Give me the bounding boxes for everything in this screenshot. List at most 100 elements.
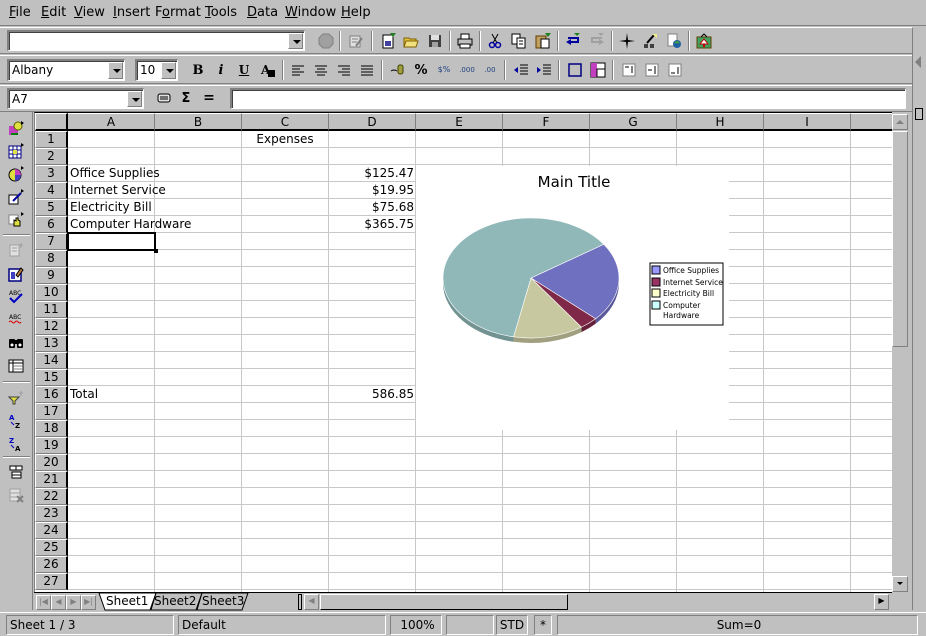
sort-ascending-icon[interactable]: AZ (6, 411, 26, 431)
insert-note-icon[interactable] (6, 240, 26, 260)
cell-expense-label[interactable]: Computer Hardware (68, 216, 193, 233)
row-header-26[interactable]: 26 (35, 556, 68, 573)
copy-icon[interactable] (509, 31, 529, 51)
status-page-style[interactable]: Default (178, 615, 386, 635)
undo-icon[interactable] (563, 31, 583, 51)
align-top-icon[interactable] (619, 60, 639, 80)
redo-icon[interactable] (587, 31, 607, 51)
standard-format-icon[interactable]: $% (434, 60, 454, 80)
row-header-8[interactable]: 8 (35, 250, 68, 267)
insert-chart-icon[interactable] (6, 164, 26, 184)
menu-edit[interactable]: Edit (41, 5, 66, 20)
edit-file-icon[interactable] (346, 31, 366, 51)
row-header-13[interactable]: 13 (35, 335, 68, 352)
insert-object-icon[interactable] (6, 118, 26, 138)
spreadsheet-grid[interactable]: ABCDEFGHIJ 12345678910111213141516171819… (34, 112, 892, 592)
row-header-23[interactable]: 23 (35, 505, 68, 522)
column-header-g[interactable]: G (590, 113, 677, 131)
sort-descending-icon[interactable]: ZA (6, 434, 26, 454)
edit-mode-icon[interactable] (6, 264, 26, 284)
row-header-14[interactable]: 14 (35, 352, 68, 369)
function-autopilot-icon[interactable] (154, 88, 174, 108)
currency-icon[interactable] (388, 60, 408, 80)
tab-split-handle[interactable] (298, 594, 302, 610)
align-left-icon[interactable] (288, 60, 308, 80)
save-icon[interactable] (425, 31, 445, 51)
row-header-7[interactable]: 7 (35, 233, 68, 250)
formula-input[interactable] (230, 88, 906, 109)
menu-file[interactable]: File (9, 5, 31, 20)
scroll-right-button[interactable]: ▶ (874, 594, 889, 610)
cell-title[interactable]: Expenses (155, 131, 415, 148)
menu-data[interactable]: Data (247, 5, 278, 20)
next-sheet-button[interactable]: ▶ (66, 595, 81, 610)
row-header-6[interactable]: 6 (35, 216, 68, 233)
column-header-i[interactable]: I (764, 113, 851, 131)
percent-icon[interactable]: % (411, 60, 431, 80)
select-all-corner[interactable] (35, 113, 68, 131)
horizontal-scroll-thumb[interactable] (320, 594, 568, 610)
background-color-icon[interactable] (588, 60, 608, 80)
row-header-22[interactable]: 22 (35, 488, 68, 505)
row-header-20[interactable]: 20 (35, 454, 68, 471)
font-size-dropdown-button[interactable] (161, 62, 176, 79)
scroll-down-button[interactable] (892, 576, 908, 592)
autospellcheck-icon[interactable]: ABC (6, 309, 26, 329)
status-zoom[interactable]: 100% (390, 615, 442, 635)
row-header-18[interactable]: 18 (35, 420, 68, 437)
font-name-combo[interactable]: Albany (7, 59, 125, 81)
row-header-2[interactable]: 2 (35, 148, 68, 165)
spellcheck-icon[interactable]: ABC (6, 286, 26, 306)
url-combo[interactable] (7, 30, 305, 51)
right-dock-handle[interactable] (912, 28, 926, 610)
stylist-icon[interactable] (640, 31, 660, 51)
column-header-j[interactable]: J (851, 113, 892, 131)
name-box-dropdown-button[interactable] (127, 91, 142, 107)
column-header-e[interactable]: E (416, 113, 503, 131)
tab-sheet1[interactable]: Sheet1 (106, 593, 148, 611)
cell-expense-label[interactable]: Electricity Bill (68, 199, 154, 216)
row-header-1[interactable]: 1 (35, 131, 68, 148)
row-header-25[interactable]: 25 (35, 539, 68, 556)
scroll-left-button[interactable]: ◀ (304, 594, 319, 610)
align-right-icon[interactable] (334, 60, 354, 80)
cell-expense-label[interactable]: Office Supplies (68, 165, 162, 182)
row-header-17[interactable]: 17 (35, 403, 68, 420)
font-size-combo[interactable]: 10 (135, 59, 178, 81)
row-header-4[interactable]: 4 (35, 182, 68, 199)
row-header-3[interactable]: 3 (35, 165, 68, 182)
increase-indent-icon[interactable] (534, 60, 554, 80)
cell-cursor[interactable] (67, 232, 158, 253)
decrease-indent-icon[interactable] (511, 60, 531, 80)
cell-total-label[interactable]: Total (68, 386, 100, 403)
paste-icon[interactable] (533, 31, 553, 51)
row-header-5[interactable]: 5 (35, 199, 68, 216)
italic-button[interactable]: i (211, 60, 231, 80)
open-folder-icon[interactable] (401, 31, 421, 51)
row-header-9[interactable]: 9 (35, 267, 68, 284)
data-sources-icon[interactable] (6, 356, 26, 376)
url-dropdown-button[interactable] (288, 33, 303, 49)
row-header-19[interactable]: 19 (35, 437, 68, 454)
name-box[interactable]: A7 (7, 88, 144, 109)
row-header-24[interactable]: 24 (35, 522, 68, 539)
menu-insert[interactable]: Insert (113, 5, 150, 20)
font-color-icon[interactable]: A (258, 60, 278, 80)
scroll-up-button[interactable] (892, 114, 908, 130)
cut-icon[interactable] (485, 31, 505, 51)
justify-icon[interactable] (357, 60, 377, 80)
align-bottom-icon[interactable] (665, 60, 685, 80)
row-header-10[interactable]: 10 (35, 284, 68, 301)
navigator-icon[interactable] (617, 31, 637, 51)
column-header-b[interactable]: B (155, 113, 242, 131)
prev-sheet-button[interactable]: ◀ (51, 595, 66, 610)
font-name-dropdown-button[interactable] (108, 62, 123, 79)
row-header-12[interactable]: 12 (35, 318, 68, 335)
row-header-15[interactable]: 15 (35, 369, 68, 386)
cell-expense-amount[interactable]: $125.47 (328, 165, 416, 182)
pin-icon[interactable] (915, 108, 923, 120)
status-selection-mode[interactable]: STD (496, 615, 528, 635)
delete-row-icon[interactable] (6, 485, 26, 505)
menu-window[interactable]: Window (285, 5, 336, 20)
print-icon[interactable] (455, 31, 475, 51)
